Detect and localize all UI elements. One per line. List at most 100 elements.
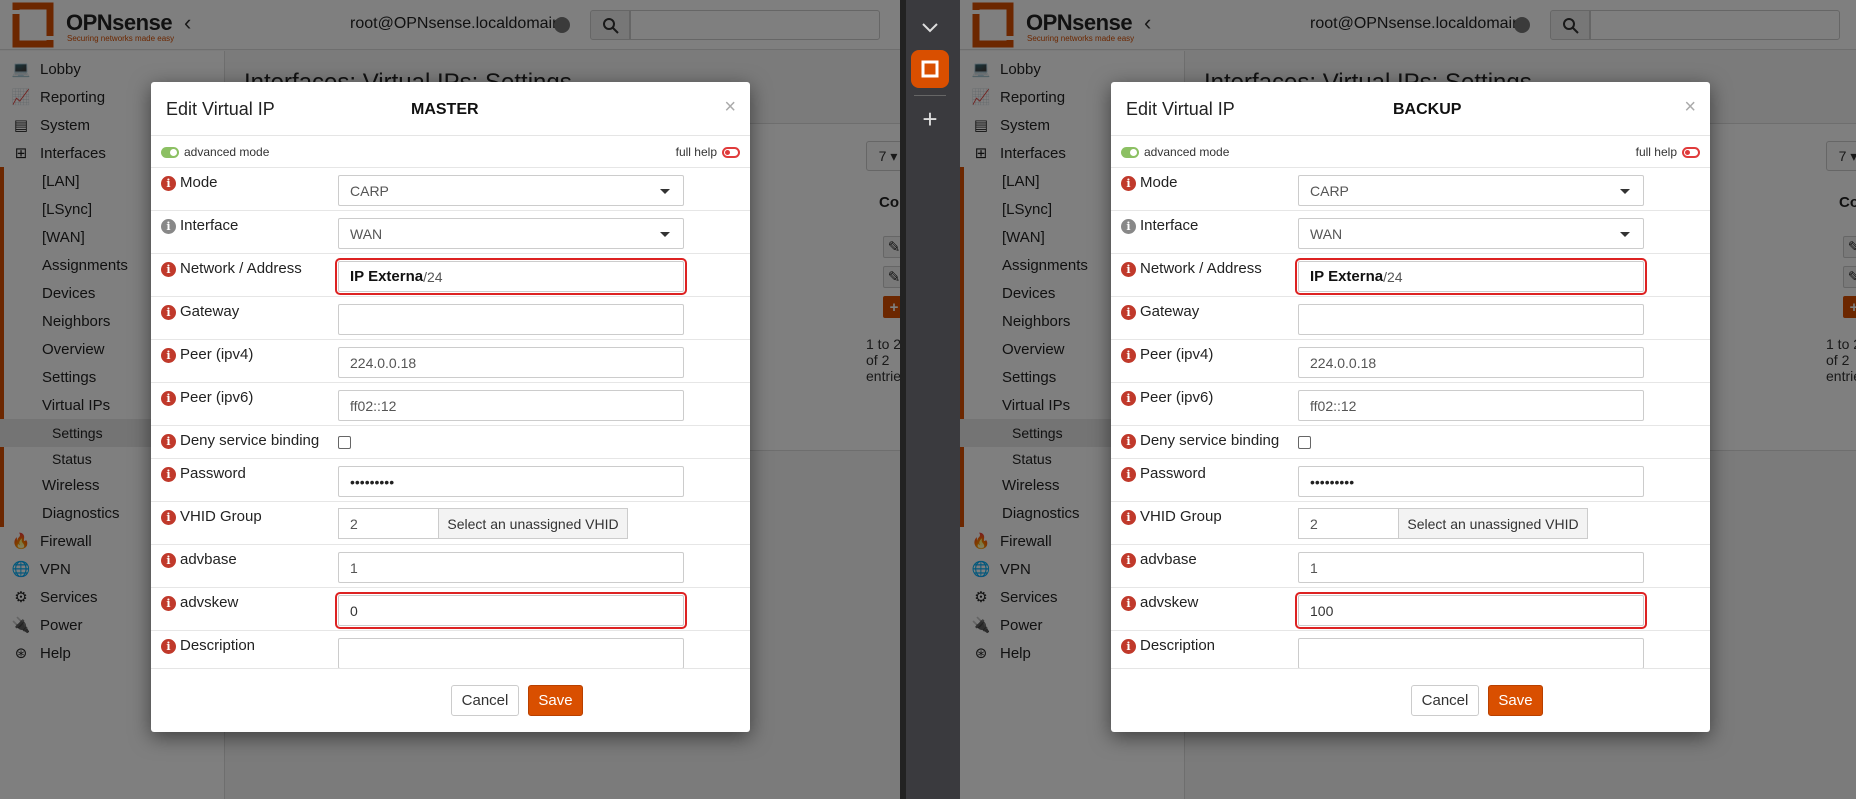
opnsense-tab-icon[interactable] xyxy=(911,50,949,88)
interface-select[interactable]: WAN xyxy=(1298,218,1644,249)
advanced-mode-toggle[interactable]: advanced mode xyxy=(1121,144,1229,160)
advbase-input[interactable]: 1 xyxy=(1298,552,1644,583)
row-peer6: i Peer (ipv6) ff02::12 xyxy=(151,382,750,425)
mode-label: Mode xyxy=(1140,174,1178,191)
full-help-toggle[interactable]: full help xyxy=(1636,144,1700,160)
peer-ipv6-input[interactable]: ff02::12 xyxy=(338,390,684,421)
deny-service-binding-label: Deny service binding xyxy=(1140,432,1280,449)
deny-service-binding-label: Deny service binding xyxy=(180,432,320,449)
row-description: i Description xyxy=(1111,630,1710,673)
info-icon[interactable]: i xyxy=(161,348,176,363)
backup-window: OPNsense Securing networks made easy ‹ r… xyxy=(960,0,1856,799)
deny-service-binding-checkbox[interactable] xyxy=(338,436,351,449)
info-icon[interactable]: i xyxy=(1121,553,1136,568)
row-gateway: i Gateway xyxy=(1111,296,1710,339)
info-icon[interactable]: i xyxy=(1121,434,1136,449)
info-icon[interactable]: i xyxy=(1121,391,1136,406)
info-icon[interactable]: i xyxy=(161,434,176,449)
interface-select[interactable]: WAN xyxy=(338,218,684,249)
network-address-label: Network / Address xyxy=(180,260,302,277)
info-icon[interactable]: i xyxy=(161,553,176,568)
network-address-input[interactable]: IP Externa/24 xyxy=(1295,258,1647,295)
info-icon[interactable]: i xyxy=(1121,510,1136,525)
network-mask-value: /24 xyxy=(423,268,443,285)
info-icon[interactable]: i xyxy=(1121,467,1136,482)
password-input[interactable]: ••••••••• xyxy=(338,466,684,497)
password-label: Password xyxy=(1140,465,1206,482)
info-icon[interactable]: i xyxy=(1121,348,1136,363)
advskew-label: advskew xyxy=(1140,594,1199,611)
info-icon[interactable]: i xyxy=(161,305,176,320)
advskew-input[interactable]: 100 xyxy=(1295,592,1647,629)
peer-ipv6-input[interactable]: ff02::12 xyxy=(1298,390,1644,421)
node-role-label: MASTER xyxy=(411,101,479,118)
info-icon[interactable]: i xyxy=(1121,219,1136,234)
peer-ipv6-label: Peer (ipv6) xyxy=(180,389,254,406)
description-input[interactable] xyxy=(338,638,684,669)
row-advskew: i advskew 100 xyxy=(1111,587,1710,630)
info-icon[interactable]: i xyxy=(161,262,176,277)
info-icon[interactable]: i xyxy=(1121,596,1136,611)
advbase-input[interactable]: 1 xyxy=(338,552,684,583)
row-network: i Network / Address IP Externa/24 xyxy=(151,253,750,296)
peer-ipv4-label: Peer (ipv4) xyxy=(180,346,254,363)
vhid-group-label: VHID Group xyxy=(180,508,262,525)
peer-ipv4-input[interactable]: 224.0.0.18 xyxy=(338,347,684,378)
advanced-mode-toggle[interactable]: advanced mode xyxy=(161,144,269,160)
advbase-label: advbase xyxy=(1140,551,1197,568)
toggle-on-icon xyxy=(1121,146,1139,158)
description-input[interactable] xyxy=(1298,638,1644,669)
gateway-input[interactable] xyxy=(1298,304,1644,335)
info-icon[interactable]: i xyxy=(1121,639,1136,654)
row-peer4: i Peer (ipv4) 224.0.0.18 xyxy=(1111,339,1710,382)
row-gateway: i Gateway xyxy=(151,296,750,339)
vhid-input[interactable]: 2 xyxy=(338,508,439,539)
info-icon[interactable]: i xyxy=(161,467,176,482)
deny-service-binding-checkbox[interactable] xyxy=(1298,436,1311,449)
row-mode: i Mode CARP xyxy=(1111,167,1710,210)
row-vhid: i VHID Group 2 Select an unassigned VHID xyxy=(151,501,750,544)
gateway-label: Gateway xyxy=(180,303,240,320)
chevron-down-icon[interactable] xyxy=(911,12,949,42)
gateway-label: Gateway xyxy=(1140,303,1200,320)
row-network: i Network / Address IP Externa/24 xyxy=(1111,253,1710,296)
description-label: Description xyxy=(180,637,256,654)
select-unassigned-vhid-button[interactable]: Select an unassigned VHID xyxy=(1398,508,1588,539)
interface-label: Interface xyxy=(180,217,239,234)
cancel-button[interactable]: Cancel xyxy=(1411,685,1479,716)
peer-ipv6-label: Peer (ipv6) xyxy=(1140,389,1214,406)
mode-select[interactable]: CARP xyxy=(1298,175,1644,206)
add-tab-icon[interactable]: + xyxy=(911,104,949,134)
close-icon[interactable]: × xyxy=(1684,96,1696,119)
info-icon[interactable]: i xyxy=(161,391,176,406)
close-icon[interactable]: × xyxy=(724,96,736,119)
row-password: i Password ••••••••• xyxy=(1111,458,1710,501)
info-icon[interactable]: i xyxy=(161,176,176,191)
vhid-group-label: VHID Group xyxy=(1140,508,1222,525)
info-icon[interactable]: i xyxy=(161,510,176,525)
network-address-input[interactable]: IP Externa/24 xyxy=(335,258,687,295)
info-icon[interactable]: i xyxy=(161,219,176,234)
panel-separator xyxy=(914,95,946,96)
vhid-input[interactable]: 2 xyxy=(1298,508,1399,539)
row-advbase: i advbase 1 xyxy=(151,544,750,587)
password-input[interactable]: ••••••••• xyxy=(1298,466,1644,497)
cancel-button[interactable]: Cancel xyxy=(451,685,519,716)
modal-title: Edit Virtual IP xyxy=(166,99,275,119)
full-help-label: full help xyxy=(1635,145,1677,159)
row-password: i Password ••••••••• xyxy=(151,458,750,501)
save-button[interactable]: Save xyxy=(1488,685,1543,716)
info-icon[interactable]: i xyxy=(161,596,176,611)
save-button[interactable]: Save xyxy=(528,685,583,716)
full-help-toggle[interactable]: full help xyxy=(676,144,740,160)
info-icon[interactable]: i xyxy=(1121,262,1136,277)
peer-ipv4-input[interactable]: 224.0.0.18 xyxy=(1298,347,1644,378)
mode-select[interactable]: CARP xyxy=(338,175,684,206)
gateway-input[interactable] xyxy=(338,304,684,335)
select-unassigned-vhid-button[interactable]: Select an unassigned VHID xyxy=(438,508,628,539)
info-icon[interactable]: i xyxy=(1121,176,1136,191)
advskew-input[interactable]: 0 xyxy=(335,592,687,629)
info-icon[interactable]: i xyxy=(161,639,176,654)
info-icon[interactable]: i xyxy=(1121,305,1136,320)
toggle-off-icon xyxy=(722,146,740,158)
